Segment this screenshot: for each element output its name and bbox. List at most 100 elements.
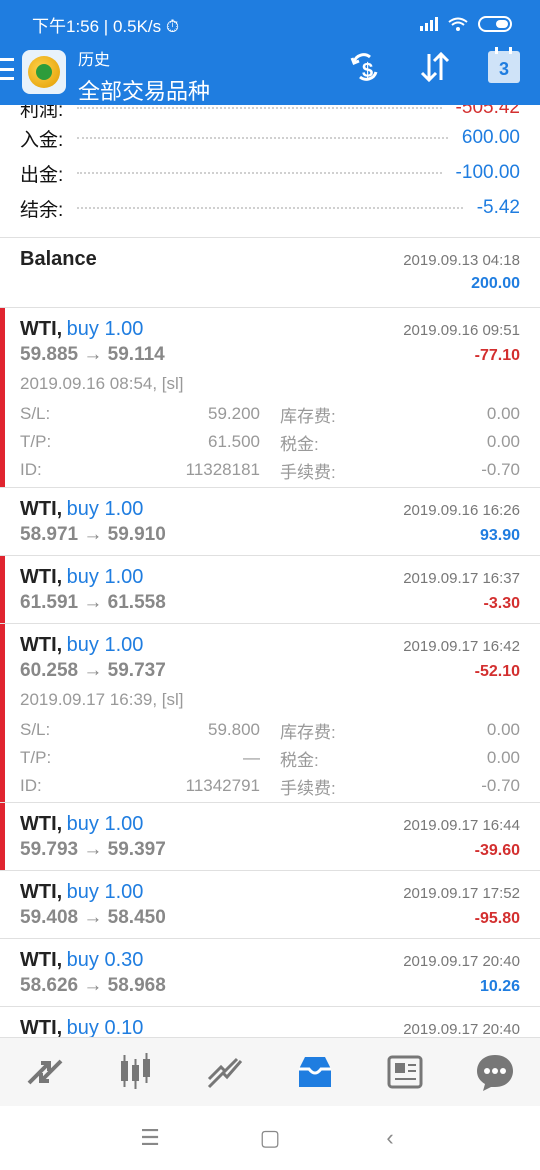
summary-row-deposit: 入金: 600.00 [20,123,520,153]
dotted-leader [77,137,448,139]
history-list[interactable]: 利润: -505.42 入金: 600.00 出金: -100.00 结余: -… [0,105,540,1037]
deal-open-time: 2019.09.17 16:39, [sl] [20,690,184,709]
app-screen: 下午1:56 | 0.5K/s ⏱ 历史 全部交易品种 $ 3 利润: -505… [0,0,540,1170]
trade-icon[interactable] [195,1047,255,1097]
header-actions: $ 3 [348,47,520,84]
deal-profit: -52.10 [474,663,520,680]
summary-value: -505.42 [455,105,520,118]
sl-label: S/L: [20,720,51,739]
deal-row[interactable]: WTI, buy 1.00 2019.09.17 16:44 59.793 → … [0,803,540,871]
balance-row[interactable]: Balance 2019.09.13 04:18 200.00 [0,238,540,308]
deal-prices: 59.885 → 59.114 [20,344,165,365]
fee-value: -0.70 [481,460,520,479]
deal-time: 2019.09.17 16:37 [403,570,520,587]
bottom-tab-bar [0,1037,540,1106]
deal-type: buy 1.00 [66,813,144,835]
fee-label: 手续费: [280,462,336,482]
deal-row[interactable]: WTI, buy 0.30 2019.09.17 20:40 58.626 → … [0,939,540,1007]
deal-time: 2019.09.16 16:26 [403,502,520,519]
deal-type: buy 1.00 [66,881,144,903]
deal-prices: 58.971 → 59.910 [20,524,166,545]
status-bar: 下午1:56 | 0.5K/s ⏱ [32,12,512,36]
deal-row[interactable]: WTI, buy 1.00 2019.09.17 16:37 61.591 → … [0,556,540,624]
deal-type: buy 1.00 [66,318,144,340]
header-titles: 历史 全部交易品种 [78,46,210,106]
header-title[interactable]: 全部交易品种 [78,74,210,106]
swap-value: 0.00 [486,404,520,423]
deal-profit: -77.10 [474,347,520,364]
summary-label: 入金: [20,129,64,151]
tax-label: 税金: [280,750,319,770]
menu-icon[interactable]: ☰ [135,1123,165,1153]
deal-row[interactable]: WTI, buy 1.00 2019.09.16 09:51 59.885 → … [0,308,540,488]
swap-label: 库存费: [280,722,336,742]
dotted-leader [77,207,463,209]
summary-block: 利润: -505.42 入金: 600.00 出金: -100.00 结余: -… [0,105,540,238]
hamburger-menu-icon[interactable] [0,58,14,80]
back-icon[interactable]: ‹ [375,1123,405,1153]
balance-label: Balance [20,248,97,270]
chart-icon[interactable] [105,1047,165,1097]
chat-icon[interactable] [465,1047,525,1097]
home-icon[interactable]: ▢ [255,1123,285,1153]
sort-icon[interactable] [418,50,452,84]
deal-row[interactable]: WTI, buy 1.00 2019.09.17 17:52 59.408 → … [0,871,540,939]
summary-label: 结余: [20,199,64,221]
balance-time: 2019.09.13 04:18 [403,252,520,269]
deal-prices: 60.258 → 59.737 [20,660,166,681]
deal-symbol: WTI, [20,566,63,588]
tp-label: T/P: [20,432,52,451]
deal-prices: 58.626 → 58.968 [20,975,166,996]
deal-type: buy 1.00 [66,566,144,588]
deal-profit: 10.26 [479,978,520,995]
status-time: 下午1:56 | 0.5K/s ⏱ [32,16,180,36]
deal-prices: 61.591 → 61.558 [20,592,166,613]
summary-value: -5.42 [476,197,520,218]
deal-time: 2019.09.17 20:40 [403,1021,520,1037]
summary-row-withdrawal: 出金: -100.00 [20,158,520,188]
summary-label: 利润: [20,105,64,121]
swap-label: 库存费: [280,406,336,426]
tax-value: 0.00 [486,432,520,451]
app-logo [22,50,66,94]
id-label: ID: [20,776,42,795]
dotted-leader [77,107,442,109]
deal-row[interactable]: WTI, buy 1.00 2019.09.16 16:26 58.971 → … [0,488,540,556]
tax-label: 税金: [280,434,319,454]
deal-type: buy 0.10 [66,1017,144,1037]
status-icons [420,16,512,32]
deal-symbol: WTI, [20,498,63,520]
sl-value: 59.200 [208,404,260,423]
deal-time: 2019.09.17 17:52 [403,885,520,902]
tp-label: T/P: [20,748,52,767]
fee-label: 手续费: [280,778,336,798]
history-icon[interactable] [285,1047,345,1097]
deal-symbol: WTI, [20,318,63,340]
currency-exchange-icon[interactable]: $ [348,50,382,84]
deal-row[interactable]: WTI, buy 0.10 2019.09.17 20:40 [0,1007,540,1037]
calendar-icon[interactable]: 3 [488,47,520,83]
deal-symbol: WTI, [20,813,63,835]
summary-row-balance: 结余: -5.42 [20,193,520,223]
deal-prices: 59.408 → 58.450 [20,907,166,928]
battery-icon [478,16,512,32]
tp-value: — [243,748,260,767]
deal-time: 2019.09.16 09:51 [403,322,520,339]
deal-details: S/L: 59.200 库存费: 0.00 T/P: 61.500 税金: 0.00 ID:… [20,400,520,484]
deal-row[interactable]: WTI, buy 1.00 2019.09.17 16:42 60.258 → … [0,624,540,803]
quotes-icon[interactable] [15,1047,75,1097]
deal-type: buy 1.00 [66,498,144,520]
summary-value: -100.00 [455,162,520,183]
id-value: 11342791 [185,776,260,795]
sl-value: 59.800 [208,720,260,739]
deal-time: 2019.09.17 16:44 [403,817,520,834]
deal-time: 2019.09.17 20:40 [403,953,520,970]
app-header: 下午1:56 | 0.5K/s ⏱ 历史 全部交易品种 $ 3 [0,0,540,105]
deal-symbol: WTI, [20,881,63,903]
deal-profit: -3.30 [483,595,520,612]
fee-value: -0.70 [481,776,520,795]
tax-value: 0.00 [486,748,520,767]
id-value: 11328181 [185,460,260,479]
news-icon[interactable] [375,1047,435,1097]
deal-details: S/L: 59.800 库存费: 0.00 T/P: — 税金: 0.00 ID: 11342… [20,716,520,800]
